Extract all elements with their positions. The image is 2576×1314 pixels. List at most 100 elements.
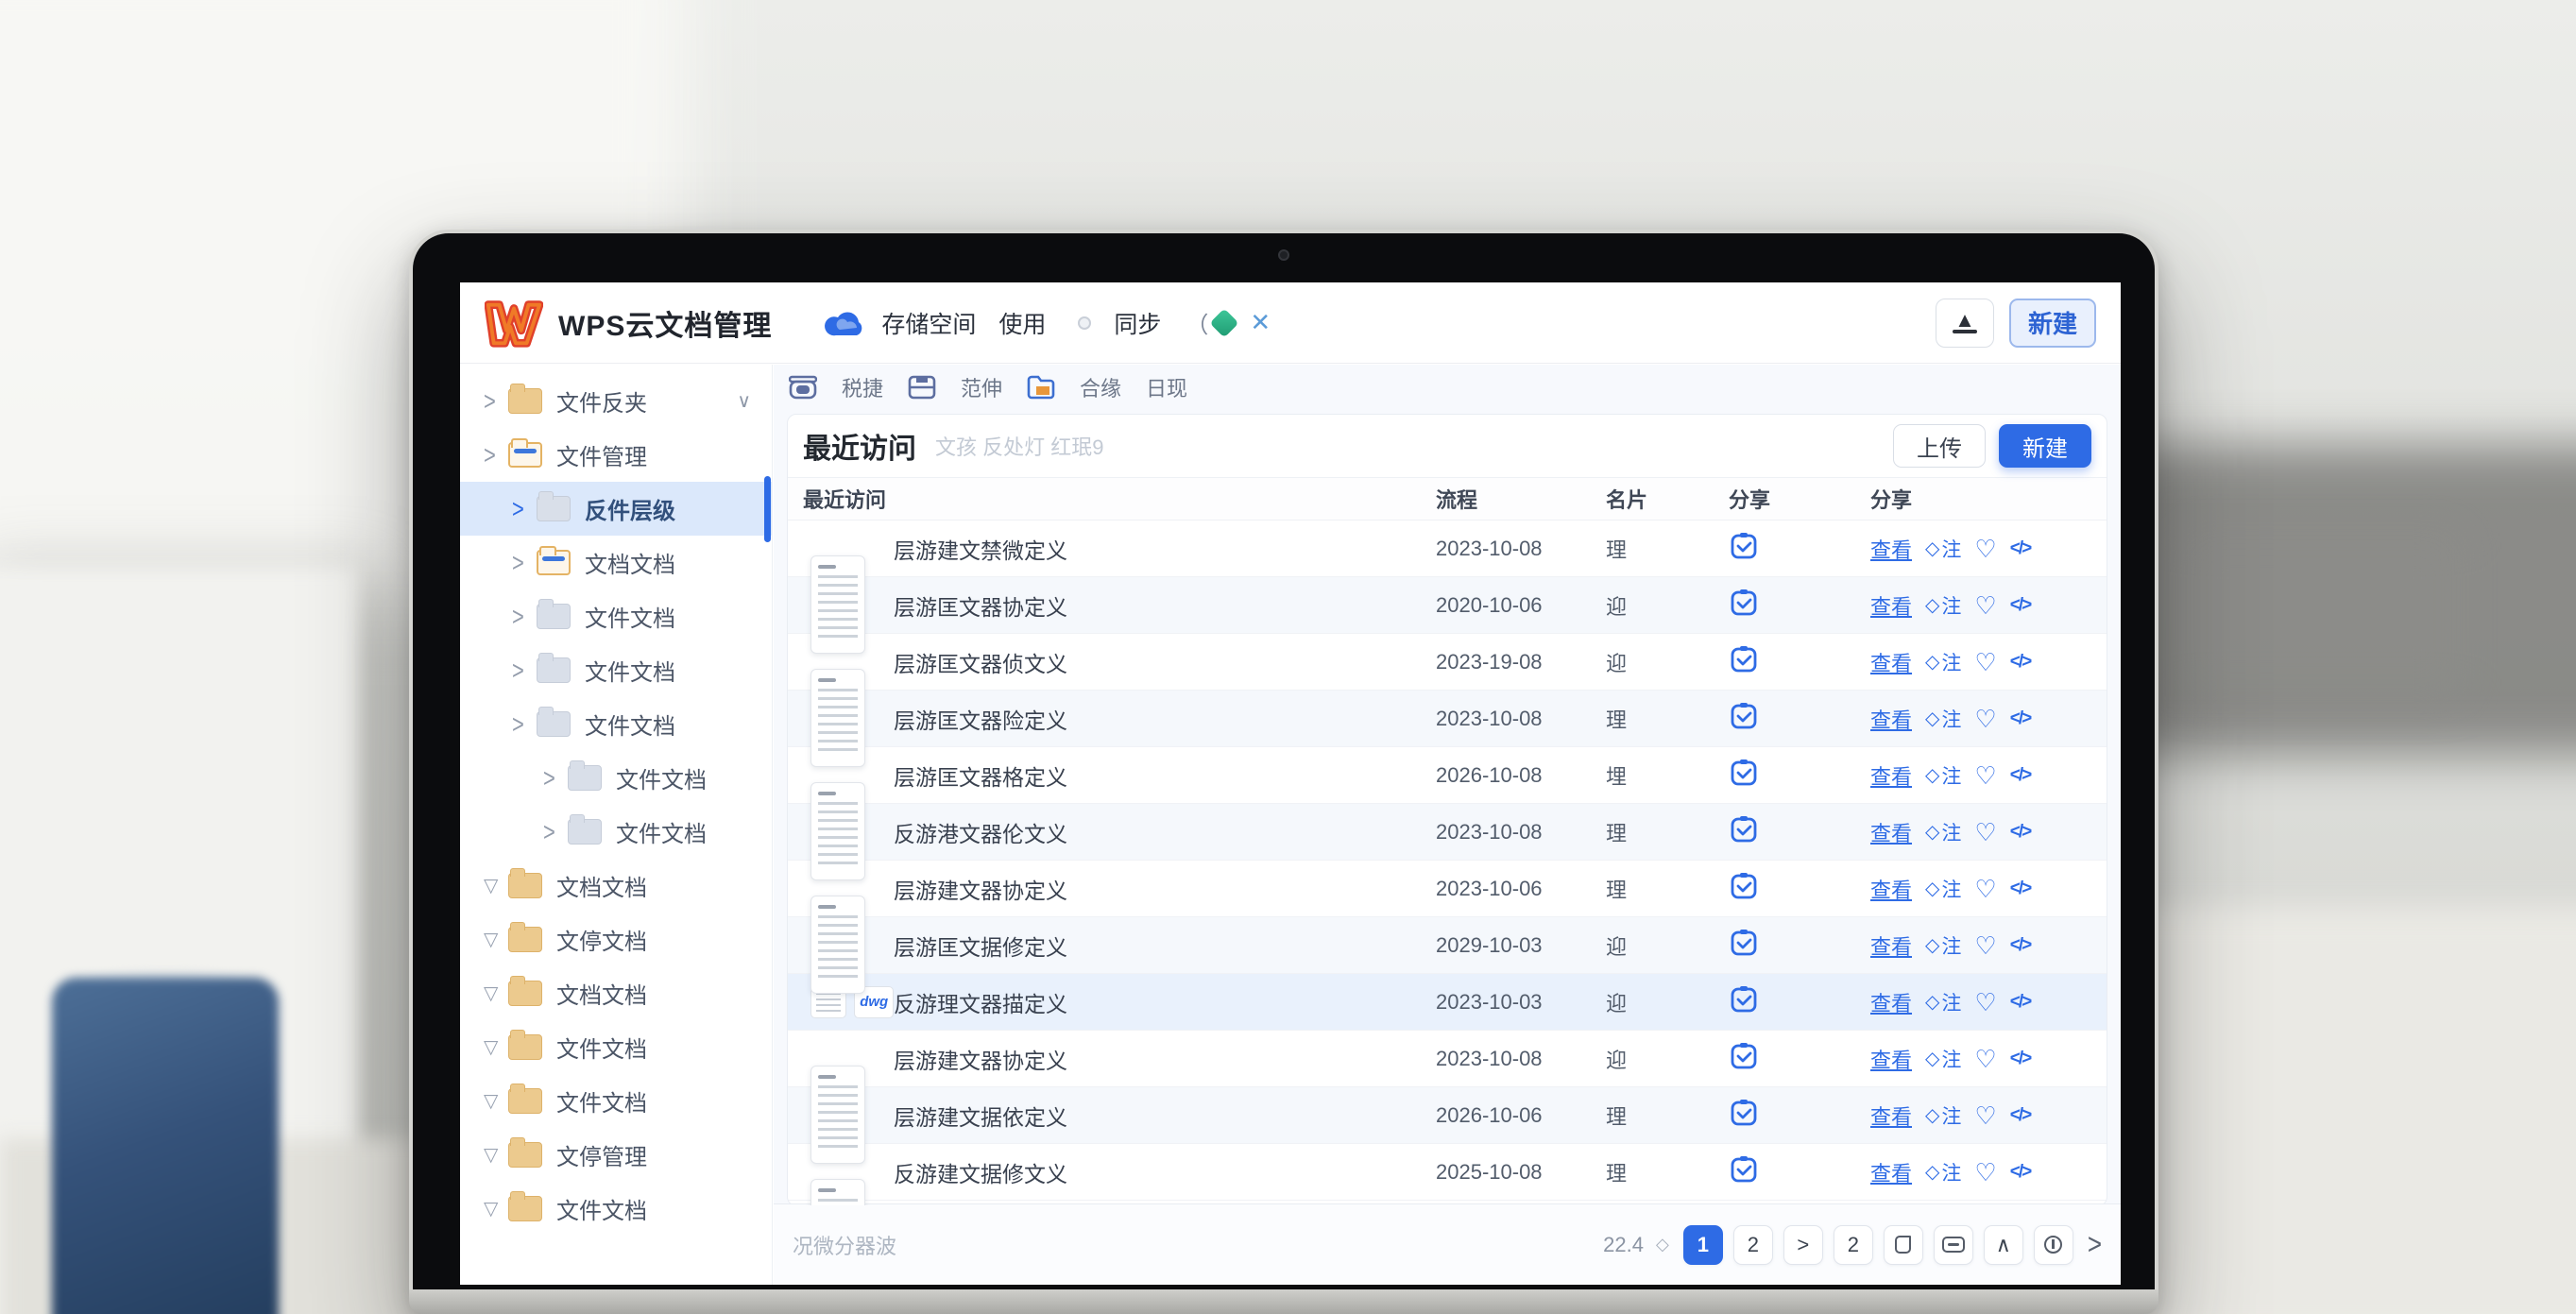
view-link[interactable]: 查看 bbox=[1870, 930, 1912, 961]
file-name[interactable]: 层游建文器协定义 bbox=[894, 1043, 1067, 1075]
table-row[interactable]: 层游匡文器协定义 2020-10-06 迎 查看 ◇注 ♡ </> bbox=[788, 577, 2107, 634]
file-name[interactable]: 反游理文器描定义 bbox=[894, 986, 1067, 1018]
code-share-icon[interactable]: </> bbox=[2010, 822, 2030, 843]
view-link[interactable]: 查看 bbox=[1870, 987, 1912, 1017]
triangle-expand-icon[interactable]: ▽ bbox=[484, 1143, 508, 1167]
share-clipboard-icon[interactable] bbox=[1729, 1154, 1759, 1185]
nav-storage-space[interactable]: 存储空间 bbox=[881, 306, 976, 340]
last-page-chevron[interactable]: > bbox=[2088, 1227, 2102, 1262]
share-clipboard-icon[interactable] bbox=[1729, 984, 1759, 1015]
code-share-icon[interactable]: </> bbox=[2010, 652, 2030, 673]
heart-icon[interactable]: ♡ bbox=[1974, 537, 1996, 561]
column-header-actions[interactable]: 分享 bbox=[1870, 484, 2107, 514]
view-link[interactable]: 查看 bbox=[1870, 704, 1912, 734]
share-clipboard-icon[interactable] bbox=[1729, 588, 1759, 618]
share-clipboard-icon[interactable] bbox=[1729, 758, 1759, 788]
save-disk-icon[interactable] bbox=[908, 375, 936, 400]
heart-icon[interactable]: ♡ bbox=[1974, 933, 1996, 958]
chevron-down-icon[interactable]: ∨ bbox=[737, 389, 751, 413]
keyboard-button[interactable] bbox=[1934, 1225, 1973, 1265]
table-row[interactable]: 层游建文器协定义 2023-10-06 理 查看 ◇注 ♡ </> bbox=[788, 861, 2107, 917]
follow-action[interactable]: ◇注 bbox=[1925, 648, 1961, 676]
tree-item[interactable]: > 文件反夹 ∨ bbox=[460, 374, 772, 428]
file-name[interactable]: 层游建文禁微定义 bbox=[894, 533, 1067, 565]
share-clipboard-icon[interactable] bbox=[1729, 871, 1759, 901]
follow-action[interactable]: ◇注 bbox=[1925, 931, 1961, 960]
share-clipboard-icon[interactable] bbox=[1729, 644, 1759, 674]
tree-item[interactable]: > 文件文档 bbox=[460, 589, 772, 643]
code-share-icon[interactable]: </> bbox=[2010, 992, 2030, 1013]
tree-item[interactable]: > 文件文档 bbox=[460, 751, 772, 805]
column-header-name[interactable]: 最近访问 bbox=[788, 484, 1436, 514]
tree-item[interactable]: ▽ 文停管理 bbox=[460, 1128, 772, 1182]
document-thumbnail[interactable] bbox=[810, 555, 865, 654]
tree-item[interactable]: ▽ 文档文档 bbox=[460, 859, 772, 913]
file-name[interactable]: 层游建文据依定义 bbox=[894, 1100, 1067, 1132]
tree-item[interactable]: ▽ 文件文档 bbox=[460, 1074, 772, 1128]
follow-action[interactable]: ◇注 bbox=[1925, 875, 1961, 903]
heart-icon[interactable]: ♡ bbox=[1974, 820, 1996, 845]
chevron-right-icon[interactable]: > bbox=[484, 439, 508, 470]
share-clipboard-icon[interactable] bbox=[1729, 531, 1759, 561]
follow-action[interactable]: ◇注 bbox=[1925, 591, 1961, 620]
follow-action[interactable]: ◇注 bbox=[1925, 1158, 1961, 1186]
follow-action[interactable]: ◇注 bbox=[1925, 818, 1961, 846]
view-link[interactable]: 查看 bbox=[1870, 534, 1912, 564]
nav-sync[interactable]: 同步 bbox=[1114, 306, 1161, 340]
page-button-1[interactable]: 1 bbox=[1683, 1225, 1723, 1265]
table-row[interactable]: 层游建文禁微定义 2023-10-08 理 查看 ◇注 ♡ </> bbox=[788, 520, 2107, 577]
code-share-icon[interactable]: </> bbox=[2010, 935, 2030, 956]
toolbar-label[interactable]: 范伸 bbox=[961, 372, 1002, 402]
document-thumbnail[interactable] bbox=[810, 1179, 865, 1207]
share-clipboard-icon[interactable] bbox=[1729, 1098, 1759, 1128]
table-row[interactable]: 层游建文据依定义 2026-10-06 理 查看 ◇注 ♡ </> bbox=[788, 1087, 2107, 1144]
code-share-icon[interactable]: </> bbox=[2010, 765, 2030, 786]
triangle-expand-icon[interactable]: ▽ bbox=[484, 1089, 508, 1113]
follow-action[interactable]: ◇注 bbox=[1925, 988, 1961, 1016]
view-link[interactable]: 查看 bbox=[1870, 1157, 1912, 1187]
tree-item[interactable]: > 文件文档 bbox=[460, 643, 772, 697]
code-share-icon[interactable]: </> bbox=[2010, 538, 2030, 559]
column-header-tag[interactable]: 名片 bbox=[1606, 484, 1729, 514]
table-row[interactable]: 反游建文据修文义 2025-10-08 理 查看 ◇注 ♡ </> bbox=[788, 1144, 2107, 1201]
heart-icon[interactable]: ♡ bbox=[1974, 1047, 1996, 1071]
table-row[interactable]: dwg反游理文器描定义 2023-10-03 迎 查看 ◇注 ♡ </> bbox=[788, 974, 2107, 1031]
heart-icon[interactable]: ♡ bbox=[1974, 593, 1996, 618]
heart-icon[interactable]: ♡ bbox=[1974, 763, 1996, 788]
chevron-right-icon[interactable]: > bbox=[512, 601, 537, 632]
chevron-right-icon[interactable]: > bbox=[484, 385, 508, 417]
file-name[interactable]: 层游匡文器协定义 bbox=[894, 589, 1067, 622]
file-name[interactable]: 层游匡文器险定义 bbox=[894, 703, 1067, 735]
chevron-right-icon[interactable]: > bbox=[543, 762, 568, 794]
file-name[interactable]: 反游港文器伦文义 bbox=[894, 816, 1067, 848]
page-button-2[interactable]: 2 bbox=[1733, 1225, 1773, 1265]
column-header-date[interactable]: 流程 bbox=[1436, 484, 1606, 514]
share-clipboard-icon[interactable] bbox=[1729, 701, 1759, 731]
document-thumbnail[interactable] bbox=[810, 1066, 865, 1164]
tree-item[interactable]: ▽ 文件文档 bbox=[460, 1182, 772, 1236]
chevron-right-icon[interactable]: > bbox=[543, 816, 568, 847]
chevron-right-icon[interactable]: > bbox=[512, 708, 537, 740]
heart-icon[interactable]: ♡ bbox=[1974, 877, 1996, 901]
page-button-2b[interactable]: 2 bbox=[1834, 1225, 1873, 1265]
next-page-button[interactable]: > bbox=[1783, 1225, 1823, 1265]
table-row[interactable]: 层游建文器协定义 2023-10-08 迎 查看 ◇注 ♡ </> bbox=[788, 1031, 2107, 1087]
triangle-expand-icon[interactable]: ▽ bbox=[484, 928, 508, 951]
view-link[interactable]: 查看 bbox=[1870, 760, 1912, 791]
chevron-right-icon[interactable]: > bbox=[512, 547, 537, 578]
table-row[interactable]: 反游港文器伦文义 2023-10-08 理 查看 ◇注 ♡ </> bbox=[788, 804, 2107, 861]
sidebar-scrollbar-thumb[interactable] bbox=[764, 476, 771, 542]
file-name[interactable]: 层游匡文器侦文义 bbox=[894, 646, 1067, 678]
share-clipboard-icon[interactable] bbox=[1729, 814, 1759, 845]
folder-open-icon[interactable] bbox=[1027, 375, 1055, 400]
column-header-share[interactable]: 分享 bbox=[1729, 484, 1870, 514]
share-clipboard-icon[interactable] bbox=[1729, 928, 1759, 958]
share-clipboard-icon[interactable] bbox=[1729, 1041, 1759, 1071]
tree-item-selected[interactable]: > 反件层级 bbox=[460, 482, 772, 536]
tree-item[interactable]: ▽ 文件文档 bbox=[460, 1020, 772, 1074]
tree-item[interactable]: > 文件文档 bbox=[460, 697, 772, 751]
upload-button[interactable]: 上传 bbox=[1893, 424, 1986, 468]
table-row[interactable]: 层游匡文据修定义 2029-10-03 迎 查看 ◇注 ♡ </> bbox=[788, 917, 2107, 974]
eject-upload-button[interactable]: ▲ bbox=[1936, 299, 1994, 348]
follow-action[interactable]: ◇注 bbox=[1925, 705, 1961, 733]
